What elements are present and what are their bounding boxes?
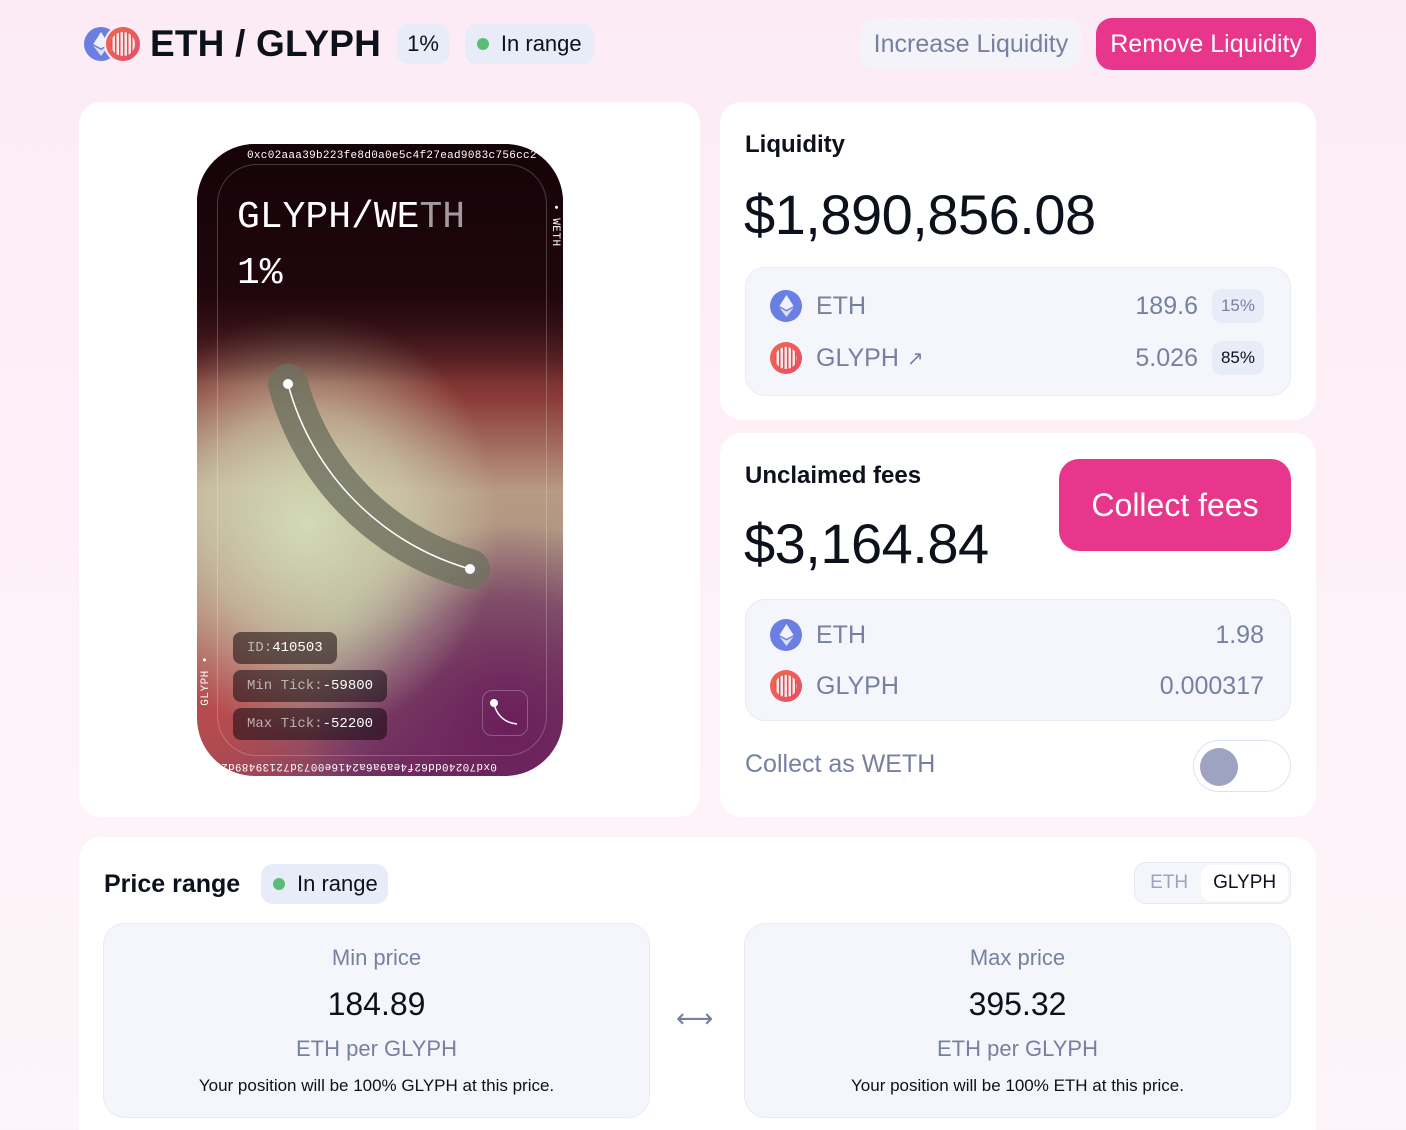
nft-max-tick-value: -52200 [322, 716, 374, 732]
liquidity-title: Liquidity [745, 131, 845, 158]
token-symbol: ETH [816, 291, 866, 320]
eth-icon [770, 290, 802, 322]
glyph-icon [770, 670, 802, 702]
price-range-title: Price range [104, 870, 241, 898]
price-range-panel: Price range In range ETH GLYPH Min price… [79, 837, 1316, 1130]
token-amount: 0.000317 [1159, 671, 1264, 700]
nft-max-tick-pill: Max Tick: -52200 [233, 708, 388, 740]
token-amount: 5.026 [1135, 343, 1198, 372]
increase-liquidity-button[interactable]: Increase Liquidity [859, 18, 1083, 70]
nft-id-value: 410503 [272, 640, 323, 656]
min-price-note: Your position will be 100% GLYPH at this… [198, 1076, 555, 1095]
double-arrow-icon: ⟷ [676, 1003, 714, 1033]
max-price-card: Max price 395.32 ETH per GLYPH Your posi… [744, 923, 1291, 1118]
denomination-option-eth[interactable]: ETH [1137, 865, 1201, 901]
in-range-dot-icon [476, 38, 489, 50]
nft-curve-end-dot [465, 564, 475, 574]
nft-min-tick-key: Min Tick: [247, 678, 323, 694]
token-share-badge: 85% [1211, 341, 1264, 375]
toggle-knob [1200, 748, 1238, 786]
nft-id-key: ID: [247, 640, 273, 656]
range-status-badge: In range [261, 864, 388, 904]
collect-as-weth-label: Collect as WETH [745, 750, 936, 778]
denomination-toggle: ETH GLYPH [1134, 862, 1291, 904]
max-price-label: Max price [969, 945, 1066, 970]
liquidity-token-row-eth: ETH 189.6 15% [770, 288, 1264, 324]
liquidity-value: $1,890,856.08 [744, 183, 1096, 246]
token-share-badge: 15% [1211, 289, 1264, 323]
arrow-up-right-icon[interactable]: ↗ [907, 346, 924, 371]
max-price-note: Your position will be 100% ETH at this p… [851, 1076, 1184, 1095]
pair-title: ETH / GLYPH [150, 23, 382, 64]
token-symbol: ETH [816, 620, 866, 649]
nft-min-tick-value: -59800 [322, 678, 374, 694]
status-label: In range [500, 31, 582, 56]
denomination-option-glyph[interactable]: GLYPH [1201, 865, 1288, 901]
max-price-unit: ETH per GLYPH [937, 1036, 1098, 1061]
status-badge: In range [464, 24, 594, 64]
position-header: ETH / GLYPH 1% In range Increase Liquidi… [84, 18, 1316, 70]
collect-fees-button[interactable]: Collect fees [1059, 459, 1291, 551]
fees-value: $3,164.84 [744, 512, 989, 575]
in-range-dot-icon [273, 878, 285, 890]
token-amount: 189.6 [1135, 291, 1198, 320]
glyph-icon [104, 25, 142, 63]
liquidity-panel: Liquidity $1,890,856.08 ETH 189.6 15% GL… [720, 102, 1316, 420]
unclaimed-fees-panel: Unclaimed fees $3,164.84 Collect fees ET… [720, 433, 1316, 817]
collect-as-weth-toggle[interactable] [1193, 740, 1291, 792]
fees-token-breakdown: ETH 1.98 GLYPH 0.000317 [745, 599, 1291, 721]
min-price-card: Min price 184.89 ETH per GLYPH Your posi… [103, 923, 650, 1118]
min-price-value: 184.89 [327, 986, 426, 1022]
nft-max-tick-key: Max Tick: [247, 716, 323, 732]
liquidity-token-breakdown: ETH 189.6 15% GLYPH ↗ 5.026 85% [745, 267, 1291, 396]
nft-curve-thumbnail-icon [482, 690, 528, 736]
token-symbol-link[interactable]: GLYPH [816, 344, 899, 373]
max-price-value: 395.32 [968, 986, 1067, 1022]
min-price-label: Min price [331, 945, 422, 970]
pair-icons [84, 24, 142, 64]
nft-id-pill: ID: 410503 [233, 632, 337, 664]
fee-tier-badge: 1% [397, 24, 449, 64]
nft-curve-start-dot [283, 379, 293, 389]
glyph-icon [770, 342, 802, 374]
token-amount: 1.98 [1215, 620, 1264, 649]
liquidity-token-row-glyph: GLYPH ↗ 5.026 85% [770, 340, 1264, 376]
nft-panel: 0xc02aaa39b223fe8d0a0e5c4f27ead9083c756c… [79, 102, 700, 817]
nft-min-tick-pill: Min Tick: -59800 [233, 670, 388, 702]
remove-liquidity-button[interactable]: Remove Liquidity [1096, 18, 1316, 70]
nft-curve-band [268, 364, 490, 589]
eth-icon [770, 619, 802, 651]
token-symbol: GLYPH [816, 671, 899, 700]
range-status-label: In range [297, 871, 378, 896]
fees-token-row-eth: ETH 1.98 [770, 617, 1264, 653]
position-nft-card: 0xc02aaa39b223fe8d0a0e5c4f27ead9083c756c… [197, 144, 563, 776]
min-price-unit: ETH per GLYPH [296, 1036, 457, 1061]
fees-token-row-glyph: GLYPH 0.000317 [770, 668, 1264, 704]
fees-title: Unclaimed fees [745, 462, 922, 489]
